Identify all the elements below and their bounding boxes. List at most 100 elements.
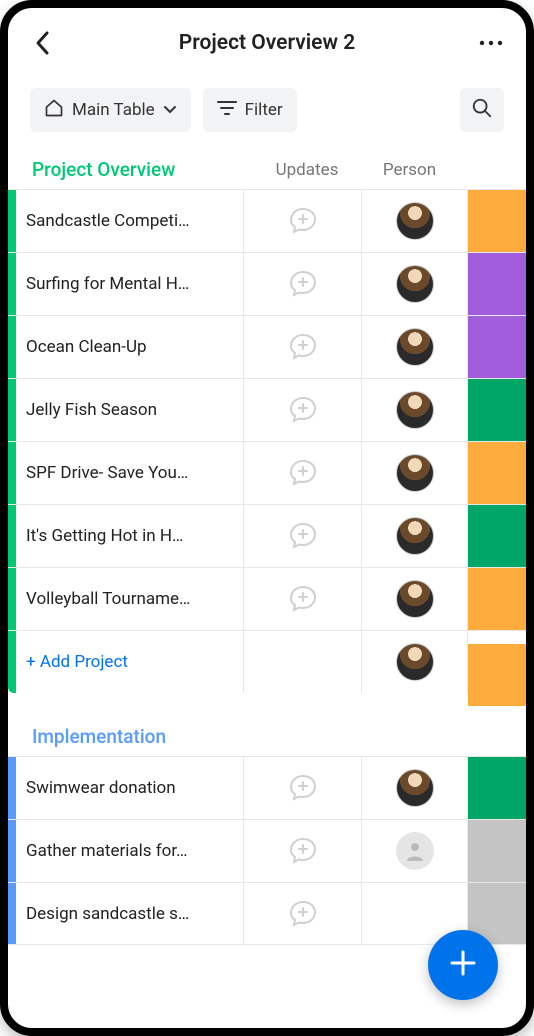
header: Project Overview 2 bbox=[8, 8, 526, 66]
item-name[interactable]: Gather materials for… bbox=[16, 820, 244, 882]
add-update-icon bbox=[287, 583, 319, 615]
more-button[interactable] bbox=[478, 30, 504, 56]
table-row[interactable]: Surfing for Mental H… bbox=[8, 252, 526, 315]
table-row[interactable]: Gather materials for… bbox=[8, 819, 526, 882]
group-stripe bbox=[8, 568, 16, 630]
group-stripe bbox=[8, 757, 16, 819]
avatar[interactable] bbox=[396, 580, 434, 618]
item-name[interactable]: Swimwear donation bbox=[16, 757, 244, 819]
search-button[interactable] bbox=[460, 88, 504, 132]
status-cell[interactable] bbox=[468, 505, 526, 567]
board-content: Project OverviewUpdatesPersonSandcastle … bbox=[8, 148, 526, 945]
column-header-updates: Updates bbox=[252, 160, 362, 180]
avatar[interactable] bbox=[396, 328, 434, 366]
view-label: Main Table bbox=[72, 100, 155, 120]
group-header: Project OverviewUpdatesPerson bbox=[8, 148, 526, 189]
avatar[interactable] bbox=[396, 391, 434, 429]
add-item-label[interactable]: + Add Project bbox=[16, 631, 244, 693]
updates-cell[interactable] bbox=[244, 316, 362, 378]
avatar[interactable] bbox=[396, 265, 434, 303]
avatar[interactable] bbox=[396, 517, 434, 555]
status-cell[interactable] bbox=[468, 820, 526, 882]
add-update-icon bbox=[287, 520, 319, 552]
group-stripe bbox=[8, 190, 16, 252]
page-title: Project Overview 2 bbox=[179, 31, 355, 55]
plus-icon bbox=[448, 948, 478, 982]
add-fab[interactable] bbox=[428, 930, 498, 1000]
group-stripe bbox=[8, 379, 16, 441]
group-stripe bbox=[8, 442, 16, 504]
updates-cell[interactable] bbox=[244, 568, 362, 630]
add-item-row[interactable]: + Add Project bbox=[8, 630, 526, 693]
search-icon bbox=[471, 97, 493, 123]
avatar[interactable] bbox=[396, 643, 434, 681]
updates-cell[interactable] bbox=[244, 442, 362, 504]
table-row[interactable]: Ocean Clean-Up bbox=[8, 315, 526, 378]
group-stripe bbox=[8, 820, 16, 882]
item-name[interactable]: SPF Drive- Save You… bbox=[16, 442, 244, 504]
chevron-down-icon bbox=[163, 100, 177, 120]
status-cell[interactable] bbox=[468, 190, 526, 252]
updates-cell[interactable] bbox=[244, 757, 362, 819]
group-name[interactable]: Implementation bbox=[32, 725, 252, 748]
item-name[interactable]: It's Getting Hot in H… bbox=[16, 505, 244, 567]
add-update-icon bbox=[287, 268, 319, 300]
status-cell[interactable] bbox=[468, 442, 526, 504]
group-stripe bbox=[8, 316, 16, 378]
person-cell[interactable] bbox=[362, 379, 468, 441]
updates-cell bbox=[244, 631, 362, 693]
table-row[interactable]: SPF Drive- Save You… bbox=[8, 441, 526, 504]
person-cell[interactable] bbox=[362, 190, 468, 252]
group-stripe bbox=[8, 631, 16, 693]
column-header-person: Person bbox=[362, 160, 457, 180]
person-cell[interactable] bbox=[362, 316, 468, 378]
updates-cell[interactable] bbox=[244, 883, 362, 944]
add-update-icon bbox=[287, 898, 319, 930]
item-name[interactable]: Design sandcastle s… bbox=[16, 883, 244, 944]
add-update-icon bbox=[287, 457, 319, 489]
item-name[interactable]: Volleyball Tourname… bbox=[16, 568, 244, 630]
table-row[interactable]: Volleyball Tourname… bbox=[8, 567, 526, 630]
add-update-icon bbox=[287, 835, 319, 867]
group-name[interactable]: Project Overview bbox=[32, 158, 252, 181]
add-update-icon bbox=[287, 772, 319, 804]
item-name[interactable]: Ocean Clean-Up bbox=[16, 316, 244, 378]
avatar[interactable] bbox=[396, 202, 434, 240]
status-cell[interactable] bbox=[468, 379, 526, 441]
updates-cell[interactable] bbox=[244, 190, 362, 252]
status-cell[interactable] bbox=[468, 757, 526, 819]
add-update-icon bbox=[287, 394, 319, 426]
updates-cell[interactable] bbox=[244, 253, 362, 315]
item-name[interactable]: Surfing for Mental H… bbox=[16, 253, 244, 315]
person-cell[interactable] bbox=[362, 631, 468, 693]
person-cell[interactable] bbox=[362, 253, 468, 315]
item-name[interactable]: Sandcastle Competi… bbox=[16, 190, 244, 252]
toolbar: Main Table Filter bbox=[8, 66, 526, 148]
view-selector[interactable]: Main Table bbox=[30, 88, 191, 132]
status-cell[interactable] bbox=[468, 253, 526, 315]
status-cell[interactable] bbox=[468, 568, 526, 630]
person-cell[interactable] bbox=[362, 442, 468, 504]
person-cell[interactable] bbox=[362, 820, 468, 882]
avatar[interactable] bbox=[396, 454, 434, 492]
status-cell[interactable] bbox=[468, 644, 526, 706]
avatar[interactable] bbox=[396, 769, 434, 807]
back-button[interactable] bbox=[30, 30, 56, 56]
item-name[interactable]: Jelly Fish Season bbox=[16, 379, 244, 441]
person-empty[interactable] bbox=[396, 832, 434, 870]
group-stripe bbox=[8, 505, 16, 567]
status-cell[interactable] bbox=[468, 316, 526, 378]
person-cell[interactable] bbox=[362, 505, 468, 567]
person-cell[interactable] bbox=[362, 757, 468, 819]
updates-cell[interactable] bbox=[244, 379, 362, 441]
filter-button[interactable]: Filter bbox=[203, 88, 297, 132]
filter-label: Filter bbox=[245, 100, 283, 120]
updates-cell[interactable] bbox=[244, 505, 362, 567]
table-row[interactable]: It's Getting Hot in H… bbox=[8, 504, 526, 567]
table-row[interactable]: Sandcastle Competi… bbox=[8, 189, 526, 252]
person-cell[interactable] bbox=[362, 568, 468, 630]
table-row[interactable]: Swimwear donation bbox=[8, 756, 526, 819]
group-stripe bbox=[8, 253, 16, 315]
updates-cell[interactable] bbox=[244, 820, 362, 882]
table-row[interactable]: Jelly Fish Season bbox=[8, 378, 526, 441]
